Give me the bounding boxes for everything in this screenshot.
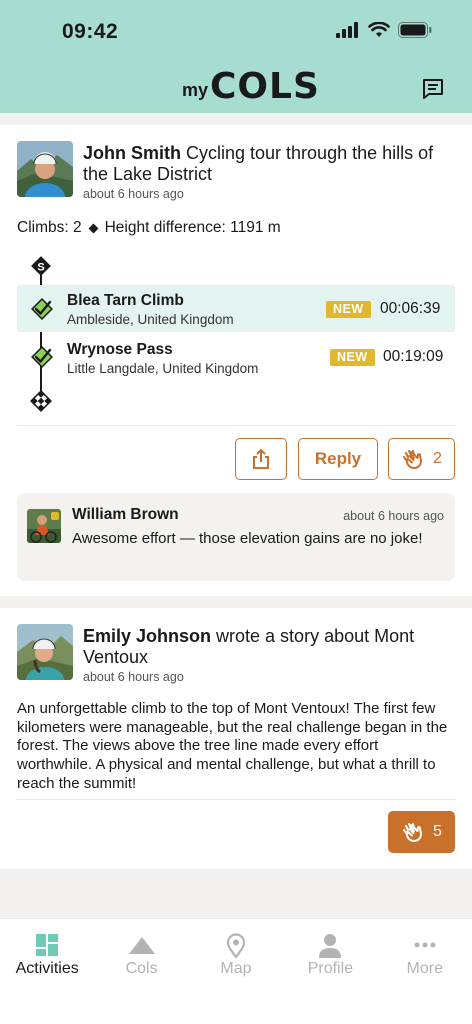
new-badge: NEW <box>326 301 371 318</box>
share-button[interactable] <box>235 438 287 480</box>
height-difference: Height difference: 1191 m <box>104 219 281 236</box>
dashboard-icon <box>35 933 59 962</box>
check-icon <box>30 345 54 374</box>
start-marker-label: S <box>37 262 44 274</box>
start-marker-icon: S <box>30 255 52 282</box>
clap-icon <box>403 450 423 469</box>
comment-text: Awesome effort — those elevation gains a… <box>72 530 423 547</box>
status-icons <box>336 22 432 38</box>
comment-author[interactable]: William Brown <box>72 506 179 524</box>
reply-button[interactable]: Reply <box>298 438 378 480</box>
more-dots-icon <box>413 933 437 962</box>
climb-name[interactable]: Blea Tarn Climb <box>67 292 184 310</box>
activity-stats: Climbs: 2 Height difference: 1191 m <box>17 219 281 237</box>
avatar[interactable] <box>17 624 73 680</box>
tab-more[interactable]: More <box>378 919 472 1024</box>
climb-name[interactable]: Wrynose Pass <box>67 341 173 359</box>
new-badge: NEW <box>330 349 375 366</box>
climb-row[interactable]: Blea Tarn Climb Ambleside, United Kingdo… <box>17 285 455 332</box>
post-heading: Emily Johnson wrote a story about Mont V… <box>83 626 453 668</box>
battery-icon <box>398 22 432 38</box>
avatar[interactable] <box>27 509 61 543</box>
divider <box>17 799 455 800</box>
climb-time: 00:06:39 <box>380 300 441 317</box>
activity-card: John Smith Cycling tour through the hill… <box>0 125 472 596</box>
author-name[interactable]: John Smith <box>83 143 181 163</box>
kudos-count: 2 <box>433 450 442 467</box>
kudos-button[interactable]: 5 <box>388 811 455 853</box>
app-header: 09:42 my COLS <box>0 0 472 113</box>
author-name[interactable]: Emily Johnson <box>83 626 211 646</box>
story-text[interactable]: An unforgettable climb to the top of Mon… <box>17 700 457 794</box>
story-card: Emily Johnson wrote a story about Mont V… <box>0 608 472 869</box>
tab-label: Activities <box>15 960 79 977</box>
separator-diamond <box>88 223 99 233</box>
climb-row[interactable]: Wrynose Pass Little Langdale, United Kin… <box>17 334 455 381</box>
tab-label: Map <box>220 960 252 977</box>
share-icon <box>253 448 269 469</box>
signal-icon <box>336 22 358 38</box>
climbs-count: Climbs: 2 <box>17 219 82 236</box>
chat-icon[interactable] <box>421 77 445 106</box>
wifi-icon <box>368 22 390 37</box>
tab-profile[interactable]: Profile <box>283 919 377 1024</box>
finish-flag-icon <box>30 390 52 417</box>
avatar[interactable] <box>17 141 73 197</box>
tab-map[interactable]: Map <box>189 919 283 1024</box>
climb-location: Little Langdale, United Kingdom <box>67 361 259 376</box>
tab-cols[interactable]: Cols <box>94 919 188 1024</box>
clap-icon <box>403 823 423 842</box>
comment-time: about 6 hours ago <box>343 509 444 523</box>
post-time: about 6 hours ago <box>83 187 184 201</box>
kudos-button[interactable]: 2 <box>388 438 455 480</box>
app-logo: my COLS <box>182 66 320 107</box>
climb-location: Ambleside, United Kingdom <box>67 312 234 327</box>
mountain-icon <box>128 933 156 962</box>
climb-time: 00:19:09 <box>383 348 444 365</box>
post-time: about 6 hours ago <box>83 670 184 684</box>
bottom-nav: Activities Cols Map Profile More <box>0 918 472 1024</box>
divider <box>17 425 455 426</box>
post-heading: John Smith Cycling tour through the hill… <box>83 143 453 185</box>
tab-label: More <box>406 960 443 977</box>
comment: William Brown about 6 hours ago Awesome … <box>17 493 455 581</box>
tab-label: Profile <box>307 960 354 977</box>
logo-main: COLS <box>210 66 320 107</box>
status-time: 09:42 <box>62 20 119 43</box>
kudos-count: 5 <box>433 823 442 840</box>
tab-activities[interactable]: Activities <box>0 919 94 1024</box>
logo-prefix: my <box>182 80 209 100</box>
tab-label: Cols <box>125 960 158 977</box>
check-icon <box>30 297 54 326</box>
